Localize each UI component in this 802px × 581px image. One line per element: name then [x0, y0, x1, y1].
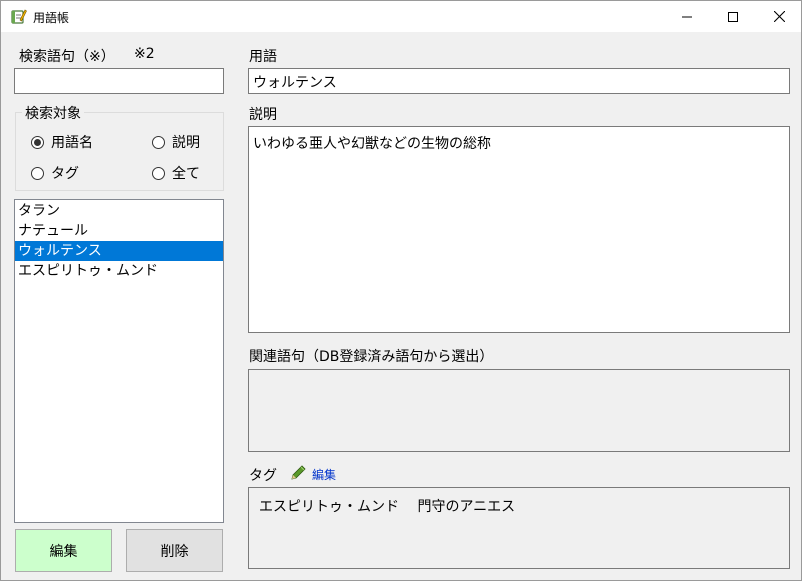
window-title: 用語帳: [33, 11, 70, 25]
close-icon: [773, 11, 785, 22]
search-label: 検索語句（※）: [19, 49, 115, 65]
pencil-icon[interactable]: [289, 464, 307, 482]
related-terms-box[interactable]: [248, 369, 790, 452]
list-item[interactable]: エスピリトゥ・ムンド: [15, 261, 223, 281]
radio-tag-label: タグ: [51, 166, 79, 182]
radio-term-name-label: 用語名: [51, 135, 93, 151]
close-button[interactable]: [756, 1, 802, 32]
notebook-icon: [10, 8, 27, 25]
edit-button[interactable]: 編集: [15, 529, 112, 572]
delete-button[interactable]: 削除: [126, 529, 223, 572]
list-item-selected[interactable]: ウォルテンス: [15, 241, 223, 261]
radio-dot: [152, 135, 165, 149]
maximize-button[interactable]: [710, 1, 756, 32]
radio-all[interactable]: 全て: [152, 163, 200, 183]
description-label: 説明: [249, 107, 277, 123]
search-input[interactable]: [14, 68, 224, 94]
tag-edit-link[interactable]: 編集: [312, 466, 336, 483]
radio-tag[interactable]: タグ: [31, 163, 79, 183]
radio-description[interactable]: 説明: [152, 132, 200, 152]
term-label: 用語: [249, 49, 277, 65]
maximize-icon: [728, 11, 738, 22]
list-item[interactable]: タラン: [15, 201, 223, 221]
radio-dot: [152, 166, 165, 180]
description-textarea[interactable]: いわゆる亜人や幻獣などの生物の総称: [248, 126, 790, 333]
tag-label: タグ: [249, 468, 277, 484]
term-list[interactable]: タラン ナテュール ウォルテンス エスピリトゥ・ムンド: [14, 199, 224, 523]
radio-dot: [31, 166, 44, 180]
list-item[interactable]: ナテュール: [15, 221, 223, 241]
minimize-icon: [682, 16, 692, 17]
search-target-legend: 検索対象: [22, 103, 84, 123]
radio-term-name[interactable]: 用語名: [31, 132, 93, 152]
tags-box[interactable]: エスピリトゥ・ムンド 門守のアニエス: [248, 487, 790, 569]
term-input[interactable]: ウォルテンス: [248, 68, 790, 94]
radio-all-label: 全て: [172, 166, 200, 182]
title-bar[interactable]: 用語帳: [1, 1, 801, 32]
radio-dot-checked: [31, 135, 44, 149]
radio-description-label: 説明: [172, 135, 200, 151]
related-terms-label: 関連語句（DB登録済み語句から選出）: [249, 349, 494, 365]
app-window: 用語帳 検索語句（※） ※2 検索対象 用語名 説明 タグ 全て タラン ナテュ…: [0, 0, 802, 581]
search-note: ※2: [134, 46, 155, 62]
minimize-button[interactable]: [664, 1, 710, 32]
